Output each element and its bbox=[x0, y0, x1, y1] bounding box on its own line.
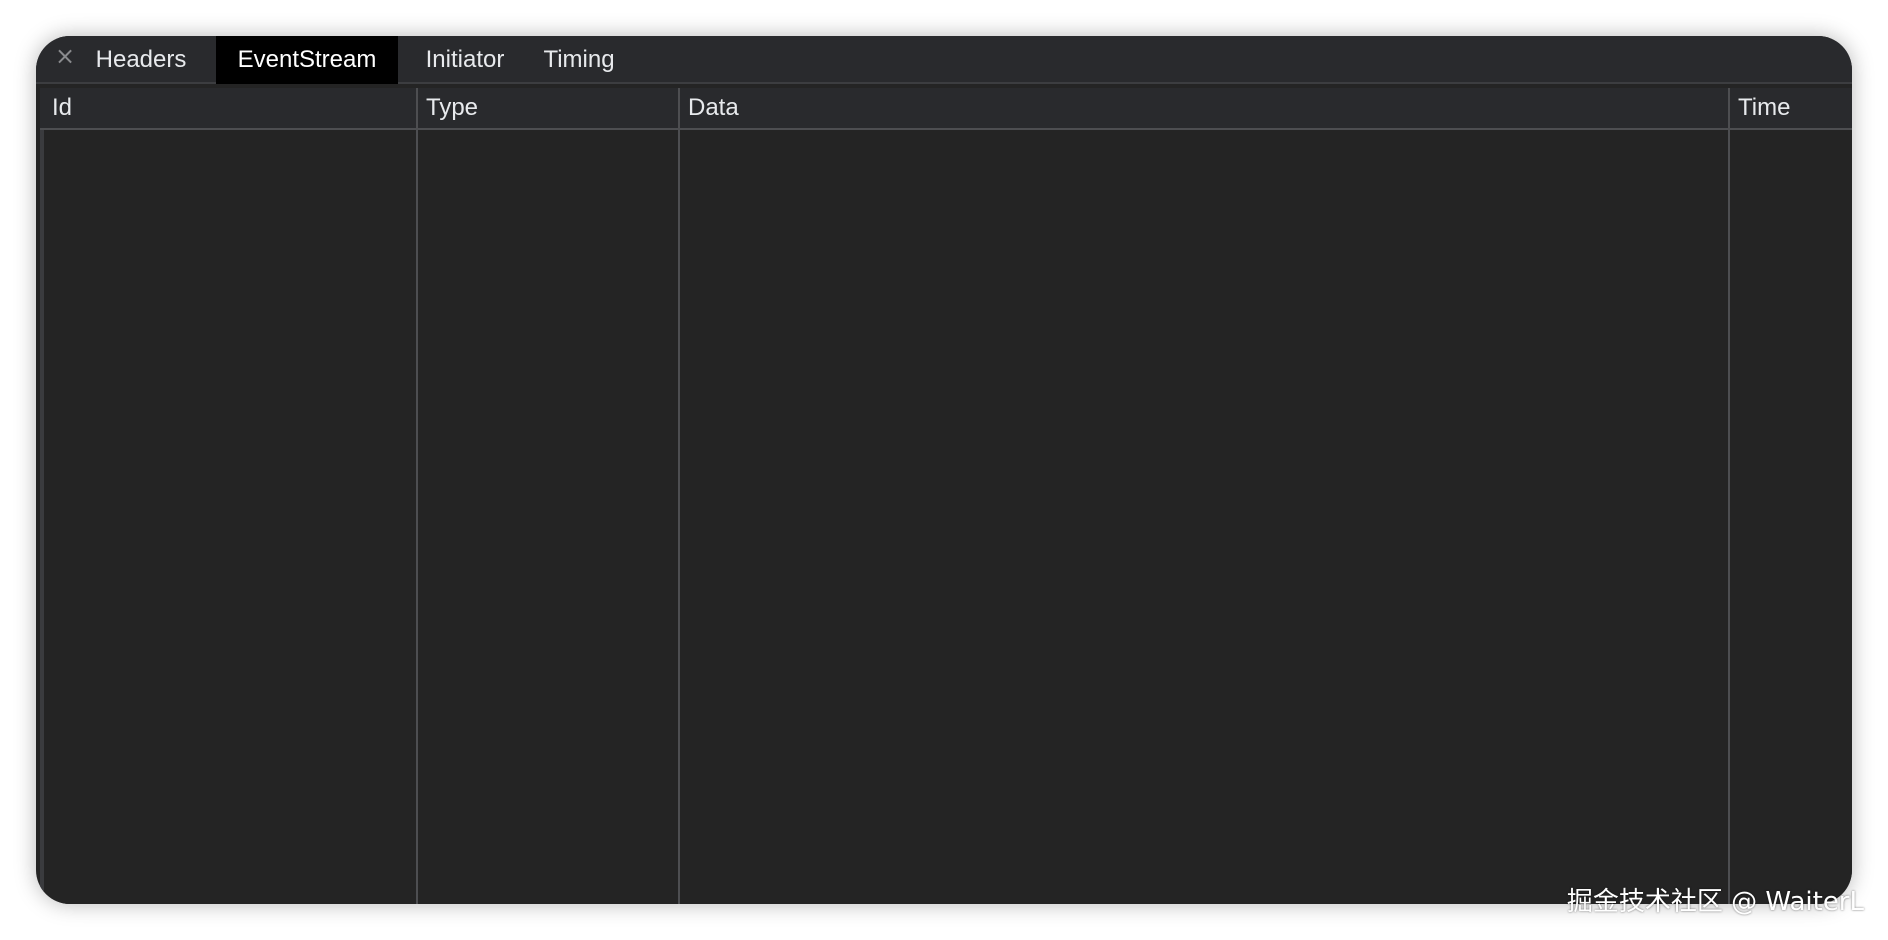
eventstream-table: Id Type Data Time bbox=[40, 88, 1852, 904]
column-divider-data-time[interactable] bbox=[1728, 88, 1730, 904]
close-icon[interactable]: × bbox=[53, 44, 77, 68]
table-header-row: Id Type Data Time bbox=[40, 88, 1852, 130]
column-header-type[interactable]: Type bbox=[418, 88, 678, 128]
tab-timing[interactable]: Timing bbox=[528, 36, 630, 84]
column-header-data[interactable]: Data bbox=[680, 88, 1728, 128]
detail-tab-bar: × Headers EventStream Initiator Timing bbox=[36, 36, 1852, 84]
tab-initiator[interactable]: Initiator bbox=[406, 36, 524, 84]
watermark-text: 掘金技术社区 @ WaiterL bbox=[1566, 887, 1864, 917]
column-header-time[interactable]: Time bbox=[1730, 88, 1852, 128]
column-divider-id-type[interactable] bbox=[416, 88, 418, 904]
devtools-network-detail-panel: × Headers EventStream Initiator Timing I… bbox=[36, 36, 1852, 904]
panel-left-edge bbox=[40, 88, 44, 904]
tab-headers[interactable]: Headers bbox=[88, 36, 194, 84]
column-divider-type-data[interactable] bbox=[678, 88, 680, 904]
column-header-id[interactable]: Id bbox=[44, 88, 416, 128]
tab-eventstream[interactable]: EventStream bbox=[216, 36, 398, 84]
